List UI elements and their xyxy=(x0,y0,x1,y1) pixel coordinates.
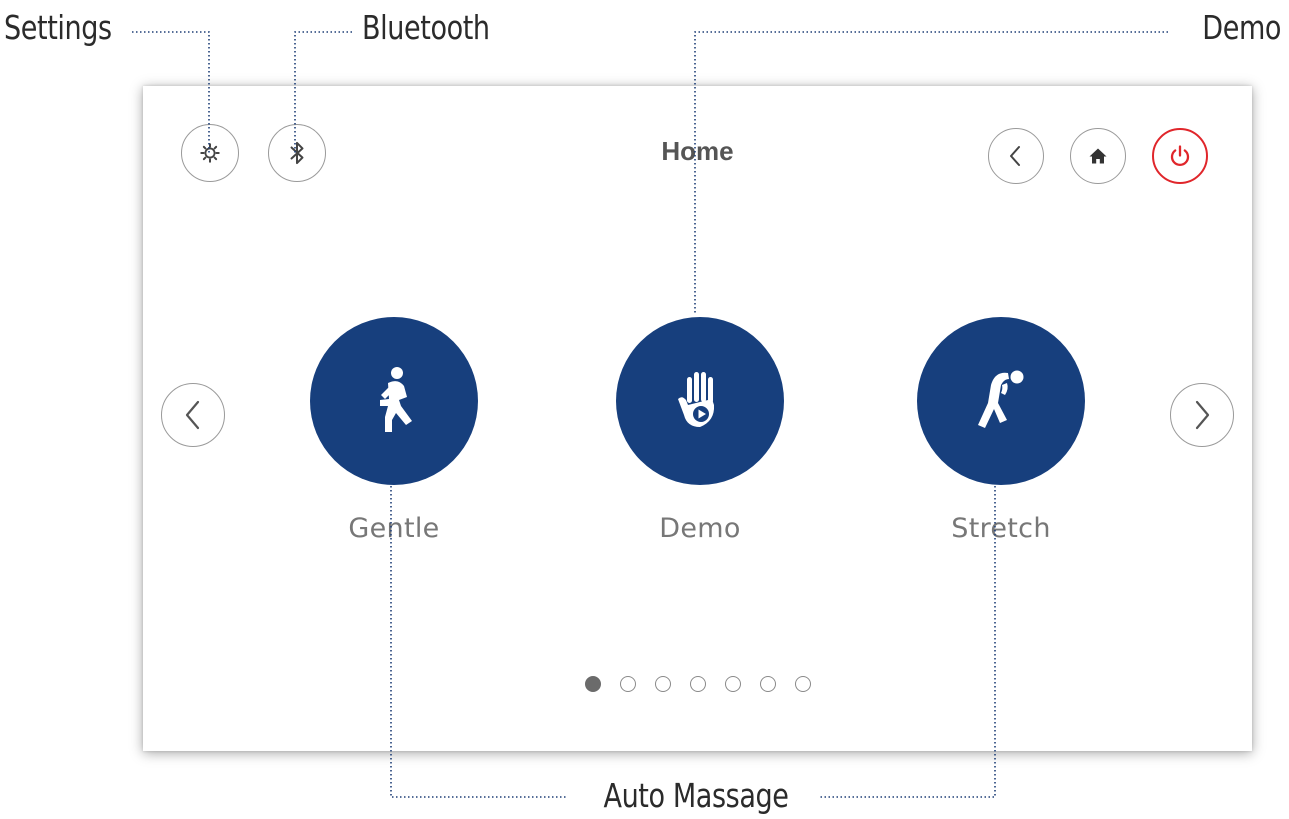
program-stretch[interactable]: Stretch xyxy=(917,317,1085,544)
next-page-button[interactable] xyxy=(1170,383,1234,447)
program-label: Demo xyxy=(659,513,741,544)
power-icon xyxy=(1170,145,1190,166)
program-disc xyxy=(310,317,478,485)
device-screen: Home Gentle Demo Stretch xyxy=(143,86,1252,751)
page-dot[interactable] xyxy=(759,676,776,692)
chevron-left-icon xyxy=(185,400,200,430)
hand-play-icon xyxy=(678,372,715,427)
page-dot[interactable] xyxy=(654,676,671,692)
previous-page-button[interactable] xyxy=(161,383,225,447)
page-dot[interactable] xyxy=(584,676,601,692)
callout-auto-massage: Auto Massage xyxy=(603,776,789,815)
callout-settings: Settings xyxy=(4,8,112,47)
program-label: Stretch xyxy=(951,513,1051,544)
program-disc xyxy=(917,317,1085,485)
callout-demo: Demo xyxy=(1202,8,1281,47)
page-dot[interactable] xyxy=(619,676,636,692)
page-dot[interactable] xyxy=(689,676,706,692)
back-button[interactable] xyxy=(988,128,1044,184)
page-dot[interactable] xyxy=(724,676,741,692)
program-demo[interactable]: Demo xyxy=(616,317,784,544)
stretching-figure-icon xyxy=(978,370,1024,428)
power-button[interactable] xyxy=(1152,128,1208,184)
chevron-right-icon xyxy=(1195,400,1210,430)
page-dot[interactable] xyxy=(794,676,811,692)
chevron-left-icon xyxy=(1010,146,1020,166)
program-label: Gentle xyxy=(348,513,440,544)
program-disc xyxy=(616,317,784,485)
page-indicator xyxy=(143,676,1252,692)
program-gentle[interactable]: Gentle xyxy=(310,317,478,544)
home-icon xyxy=(1089,148,1107,164)
callout-bluetooth: Bluetooth xyxy=(362,8,490,47)
walking-figure-icon xyxy=(380,367,412,432)
home-button[interactable] xyxy=(1070,128,1126,184)
